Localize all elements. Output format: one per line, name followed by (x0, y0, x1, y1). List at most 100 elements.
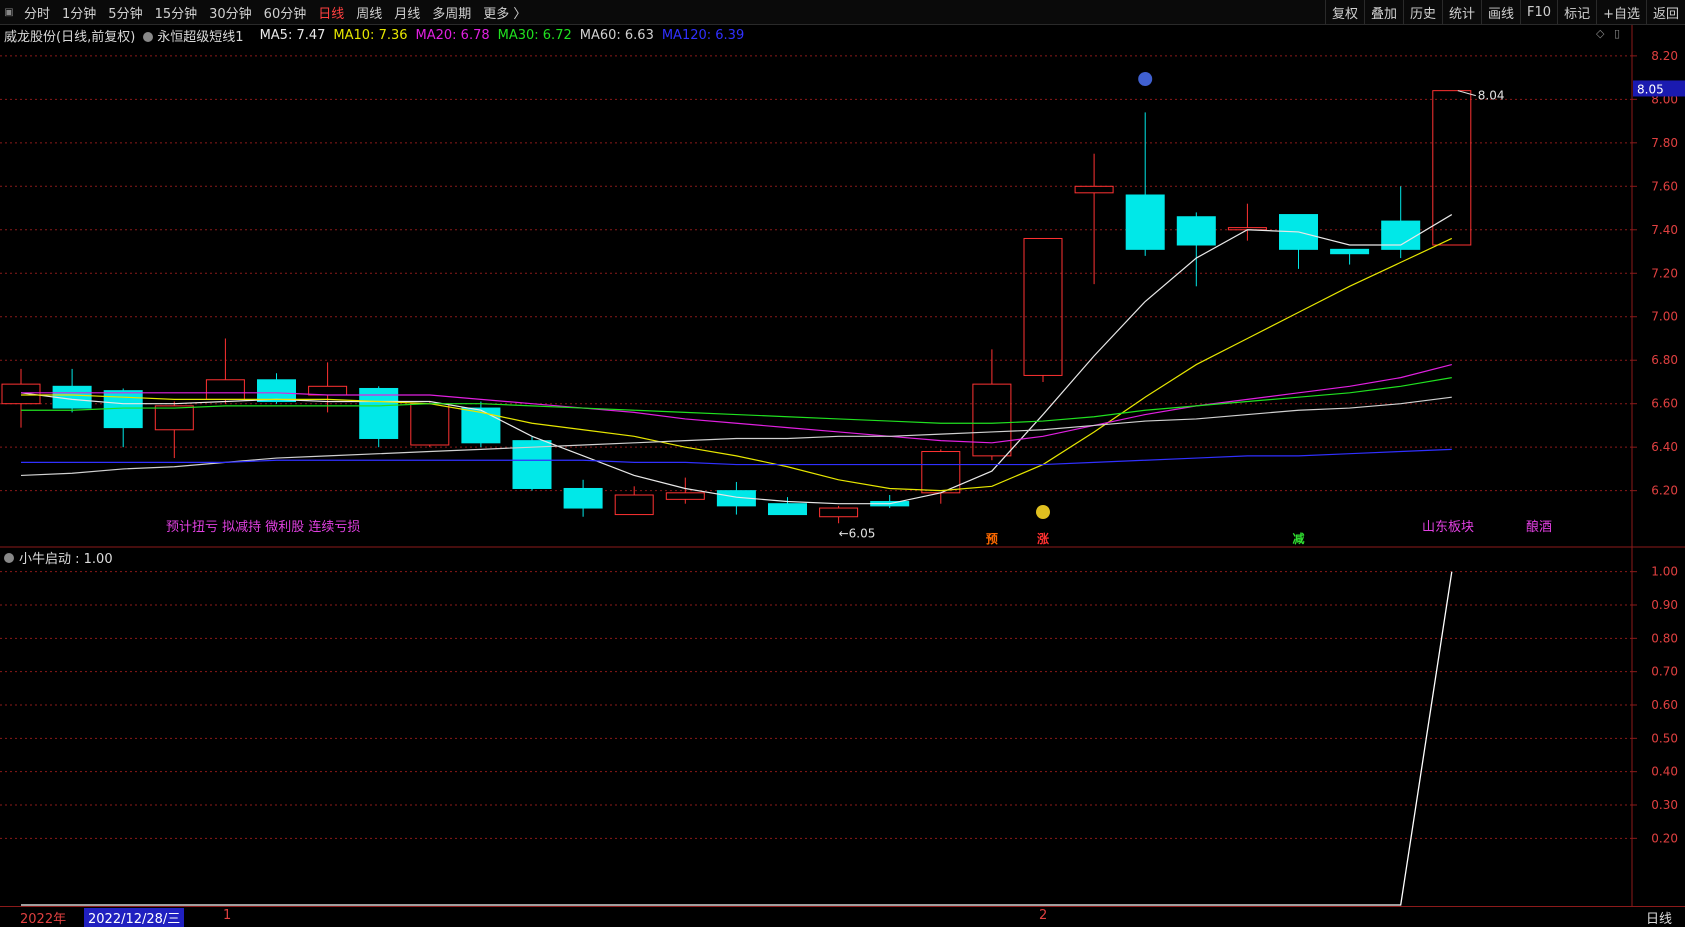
main-tick-label-5: 7.20 (1651, 266, 1678, 280)
sub-tick-label-5: 0.70 (1651, 665, 1678, 679)
tool-button-2[interactable]: 历史 (1402, 0, 1442, 24)
candle-15 (768, 497, 807, 516)
sub-tick-label-0: 0.20 (1651, 831, 1678, 845)
main-tick-label-7: 7.60 (1651, 179, 1678, 193)
candle-6 (308, 362, 348, 413)
settings-dot-icon[interactable] (4, 552, 14, 563)
candle-23 (1176, 212, 1216, 287)
candle-3 (154, 401, 194, 459)
tool-button-1[interactable]: 叠加 (1363, 0, 1403, 24)
smile-face-circle (1036, 505, 1050, 519)
period-toolbar: ▣ 分时 1分钟 5分钟 15分钟 30分钟 60分钟 日线 周线 月线 多周期 更多 〉 复权 叠加… (0, 0, 1685, 25)
candle-8 (410, 401, 450, 448)
ma-line-ma5 (20, 214, 1453, 505)
ma-line-ma10 (21, 237, 1453, 492)
sub-indicator-label: 小牛启动 : 1.00 (19, 552, 113, 567)
period-tabs: ▣ 分时 1分钟 5分钟 15分钟 30分钟 60分钟 日线 周线 月线 多周期 更多 〉 (0, 0, 532, 24)
candle-body-16 (819, 507, 859, 518)
marker-label-1: 涨 (1037, 531, 1049, 546)
period-label[interactable]: 日线 (1646, 908, 1672, 927)
period-tab-10[interactable]: 更多 〉 (477, 3, 532, 22)
candle-body-0 (1, 383, 41, 405)
tool-button-7[interactable]: +自选 (1596, 0, 1646, 24)
candle-25 (1279, 214, 1318, 269)
high-pointer (1457, 90, 1476, 97)
marker-label-0: 预 (986, 532, 998, 546)
candle-21 (1074, 153, 1114, 285)
period-tab-3[interactable]: 15分钟 (149, 3, 204, 22)
candle-24 (1227, 203, 1267, 241)
candle-22 (1125, 112, 1165, 256)
tool-button-3[interactable]: 统计 (1442, 0, 1481, 24)
main-tick-label-3: 6.80 (1651, 353, 1678, 367)
sub-tick-label-6: 0.80 (1651, 631, 1678, 645)
date-axis-bar: 2022年 2022/12/28/三 1 2 日线 (0, 906, 1685, 927)
candle-body-3 (154, 405, 194, 431)
period-tab-8[interactable]: 月线 (388, 3, 426, 22)
candle-17 (870, 495, 910, 509)
candle-body-6 (308, 385, 348, 396)
candle-body-11 (563, 487, 603, 509)
sub-tick-label-2: 0.40 (1651, 765, 1678, 779)
period-tab-5[interactable]: 60分钟 (258, 3, 313, 22)
candle-26 (1330, 248, 1370, 265)
high-price-label: 8.04 (1478, 89, 1505, 103)
candle-body-22 (1125, 194, 1165, 250)
month-1-label: 1 (223, 908, 232, 923)
candle-4 (205, 338, 245, 404)
candle-10 (512, 436, 552, 491)
main-tick-label-0: 6.20 (1651, 484, 1678, 498)
candle-body-5 (257, 379, 296, 403)
kline-chart: 6.206.406.606.807.007.207.407.607.808.00… (0, 25, 1685, 906)
candle-body-8 (410, 403, 450, 446)
main-tick-label-2: 6.60 (1651, 397, 1678, 411)
candle-1 (52, 368, 92, 413)
main-tick-label-8: 7.80 (1651, 136, 1678, 150)
tool-button-4[interactable]: 画线 (1481, 0, 1520, 24)
sub-tick-label-1: 0.30 (1651, 798, 1678, 812)
cursor-date-label: 2022/12/28/三 (84, 908, 185, 927)
event-label-0: 预计扭亏 拟减持 微利股 连续亏损 (166, 519, 360, 535)
tool-button-8[interactable]: 返回 (1645, 0, 1685, 24)
candle-body-15 (768, 503, 807, 516)
candle-body-7 (359, 387, 399, 439)
period-tab-9[interactable]: 多周期 (426, 3, 477, 22)
main-tick-label-1: 6.40 (1651, 440, 1678, 454)
tool-button-6[interactable]: 标记 (1557, 0, 1596, 24)
candle-body-13 (665, 492, 705, 500)
period-tab-1[interactable]: 1分钟 (56, 3, 102, 22)
candle-body-26 (1330, 248, 1370, 255)
sad-face-circle (1138, 72, 1153, 86)
tool-button-0[interactable]: 复权 (1324, 0, 1364, 24)
candle-16 (819, 505, 859, 524)
candle-0 (1, 368, 41, 428)
candle-19 (972, 349, 1012, 461)
candle-body-19 (972, 383, 1012, 457)
smile-face-icon (1036, 505, 1050, 519)
event-label-1: 山东板块 (1422, 520, 1474, 535)
main-tick-label-6: 7.40 (1651, 223, 1678, 237)
candle-body-20 (1023, 237, 1063, 376)
tool-buttons: 复权 叠加 历史 统计 画线 F10 标记 +自选 返回 (1324, 0, 1685, 24)
menu-corner-icon[interactable]: ▣ (0, 0, 18, 24)
candle-27 (1381, 186, 1421, 259)
sub-tick-label-8: 1.00 (1651, 565, 1678, 579)
period-tab-2[interactable]: 5分钟 (102, 3, 148, 22)
candle-11 (563, 479, 603, 517)
year-label: 2022年 (20, 912, 67, 927)
tool-button-5[interactable]: F10 (1520, 0, 1557, 24)
ma-line-ma60 (20, 396, 1452, 477)
period-tab-7[interactable]: 周线 (350, 3, 388, 22)
month-2-label: 2 (1039, 908, 1048, 923)
ma-line-ma120 (21, 448, 1452, 466)
candle-body-21 (1074, 185, 1114, 194)
sad-face-icon (1138, 72, 1153, 86)
period-tab-4[interactable]: 30分钟 (203, 3, 258, 22)
sub-tick-label-4: 0.60 (1651, 698, 1678, 712)
period-tab-0[interactable]: 分时 (18, 3, 56, 22)
event-label-2: 酿酒 (1526, 519, 1552, 535)
marker-label-2: 减 (1292, 531, 1304, 546)
sub-tick-label-7: 0.90 (1651, 598, 1678, 612)
candle-body-9 (461, 407, 501, 444)
period-tab-6[interactable]: 日线 (312, 3, 350, 22)
